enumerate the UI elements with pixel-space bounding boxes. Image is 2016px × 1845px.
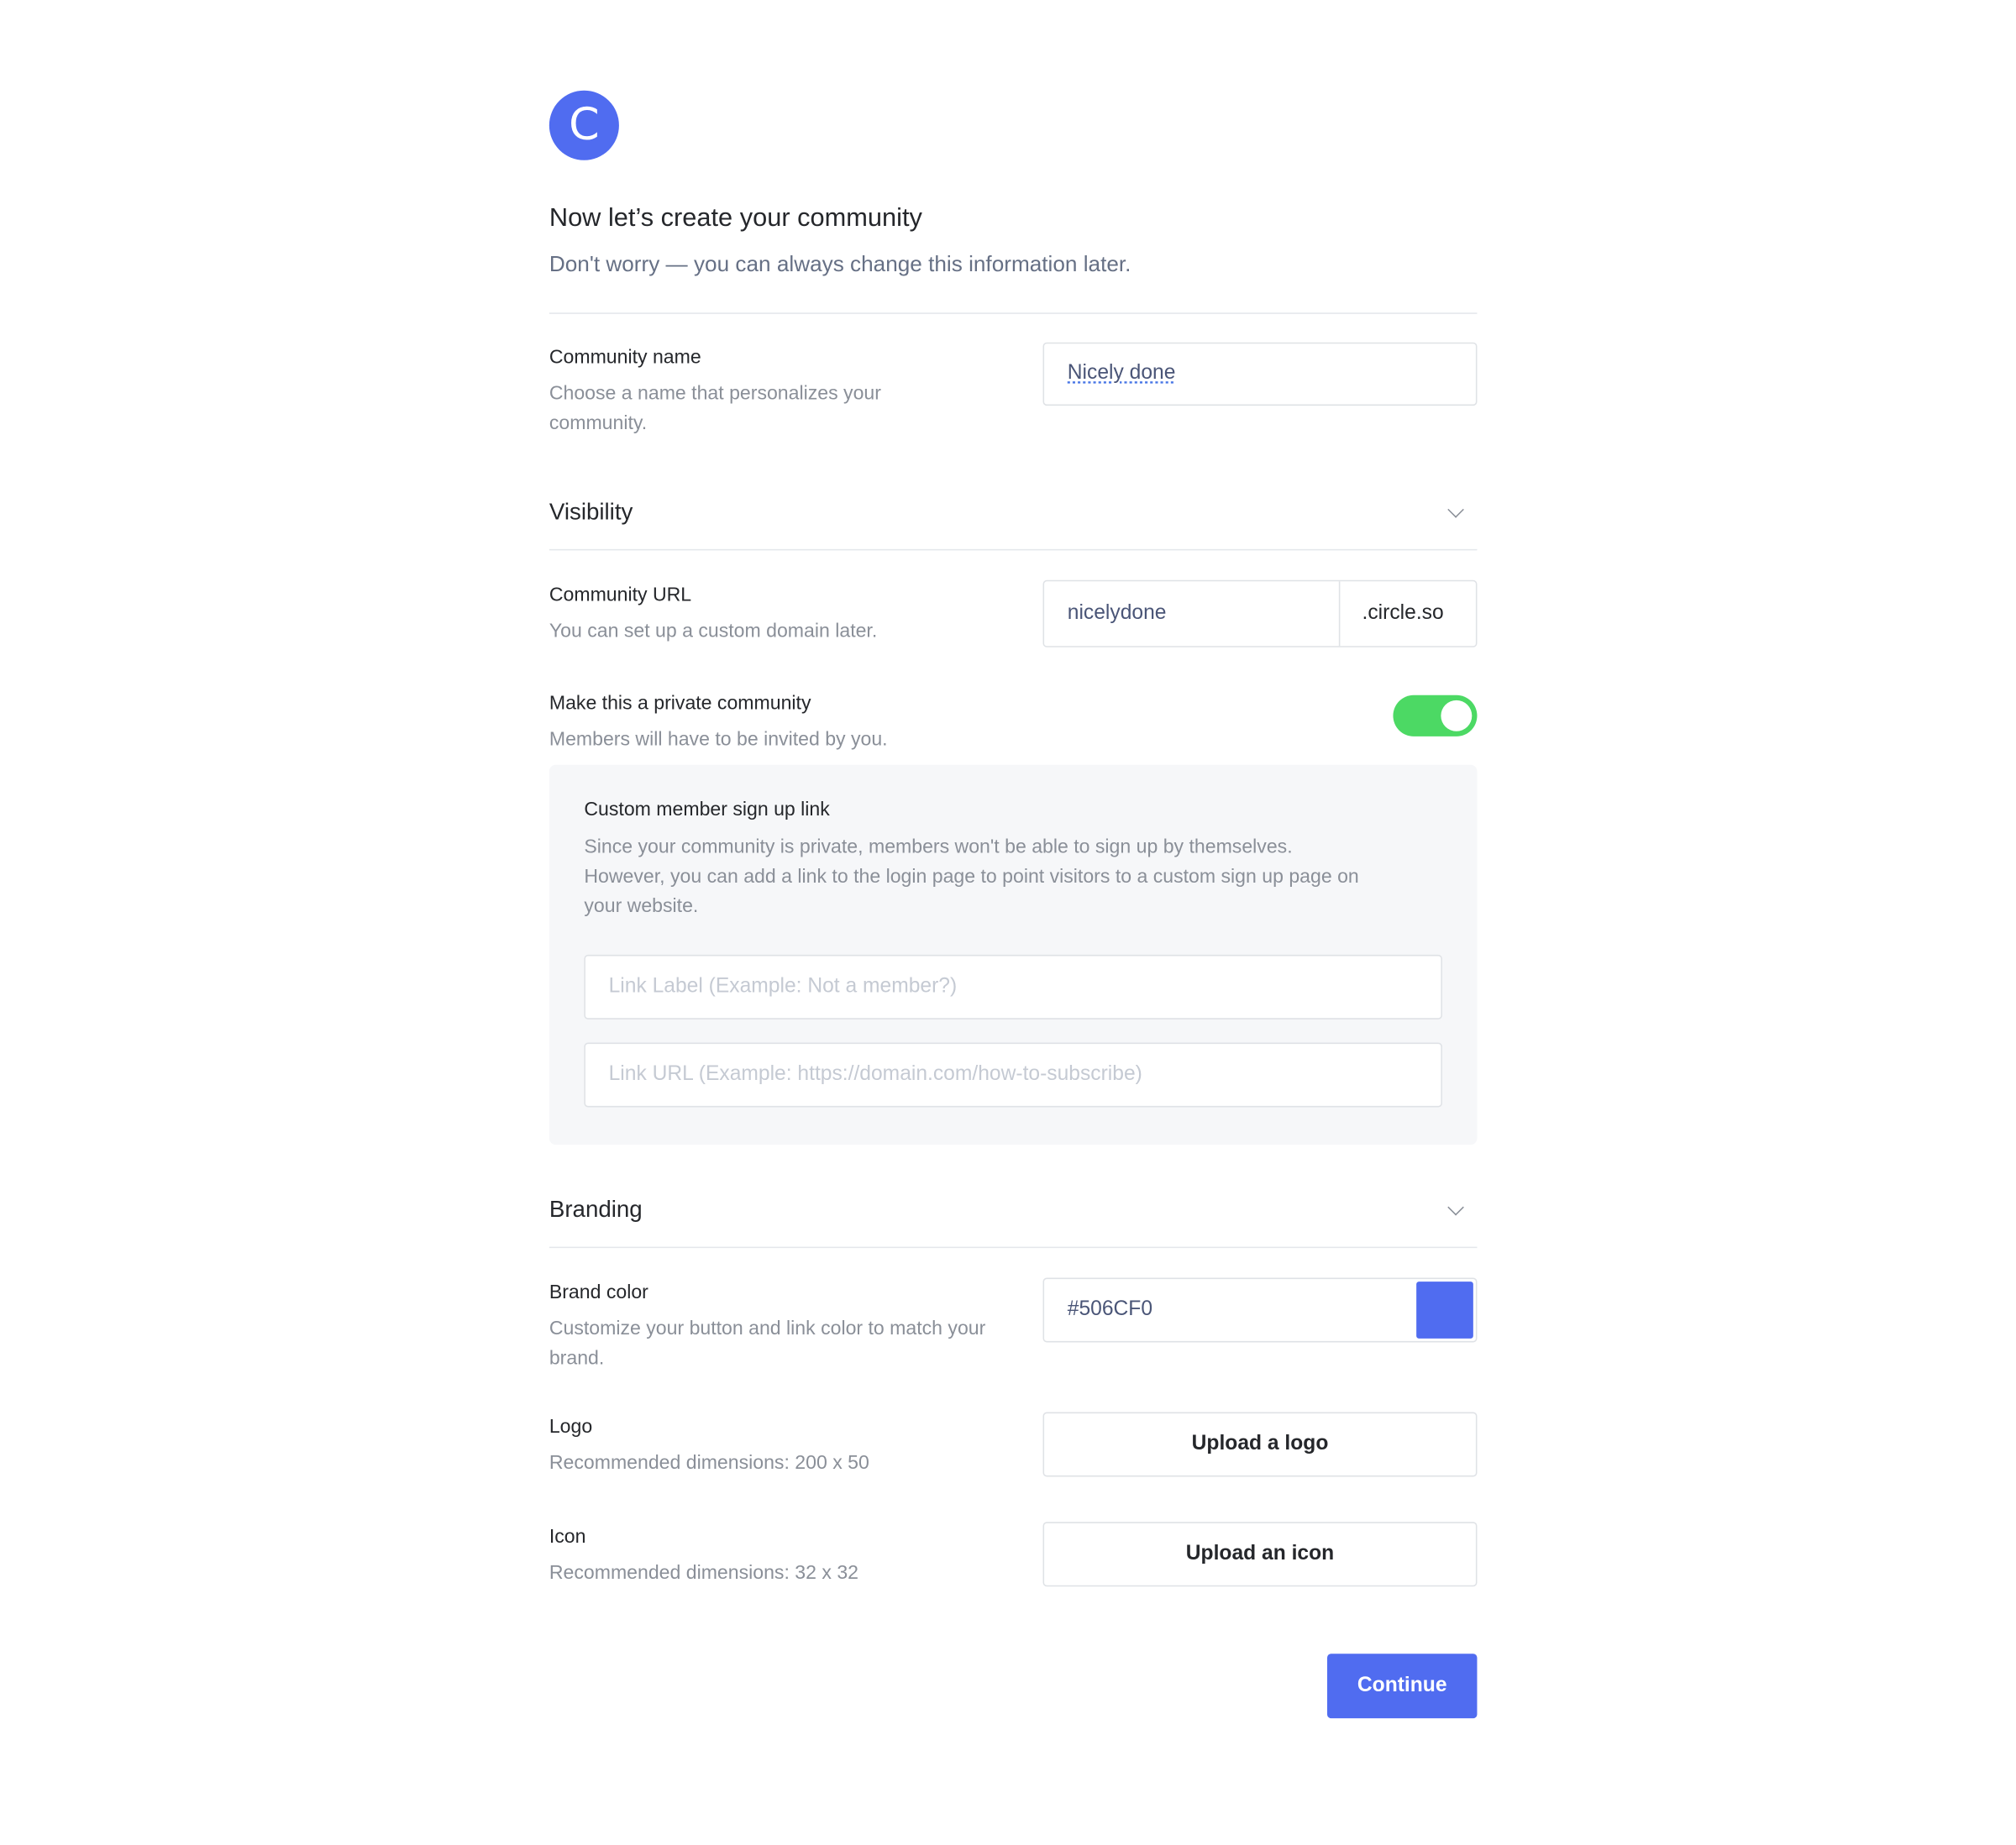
community-name-description: Choose a name that personalizes your com… [549, 382, 881, 434]
private-community-description: Members will have to be invited by you. [549, 728, 888, 751]
upload-logo-button[interactable]: Upload a logo [1042, 1412, 1478, 1477]
chevron-down-icon[interactable] [1447, 1198, 1464, 1216]
branding-section-title: Branding [549, 1196, 643, 1223]
private-community-toggle[interactable] [1393, 694, 1478, 736]
brand-color-description: Customize your button and link color to … [549, 1318, 986, 1370]
logo-label: Logo [549, 1416, 593, 1439]
brand-color-input[interactable]: #506CF0 [1042, 1277, 1478, 1343]
icon-description: Recommended dimensions: 32 x 32 [549, 1561, 858, 1585]
community-url-suffix: .circle.so [1362, 601, 1444, 625]
divider [549, 1246, 1478, 1249]
page-title: Now let’s create your community [549, 204, 922, 233]
page: C Now let’s create your community Don't … [0, 0, 2016, 1845]
icon-label: Icon [549, 1525, 586, 1549]
brand-color-swatch[interactable] [1416, 1282, 1473, 1339]
custom-signup-description: Since your community is private, members… [584, 836, 1359, 918]
community-url-input[interactable]: nicelydone .circle.so [1042, 579, 1478, 647]
logo-description: Recommended dimensions: 200 x 50 [549, 1452, 869, 1475]
custom-signup-panel: Custom member sign up link Since your co… [549, 764, 1478, 1145]
chevron-down-icon[interactable] [1447, 501, 1464, 518]
community-logo: C [549, 90, 619, 160]
link-url-input[interactable] [584, 1042, 1442, 1108]
toggle-knob [1441, 700, 1473, 731]
url-divider [1338, 581, 1341, 647]
private-community-label: Make this a private community [549, 692, 811, 715]
brand-color-label: Brand color [549, 1282, 648, 1304]
continue-button[interactable]: Continue [1326, 1654, 1478, 1719]
visibility-section-title: Visibility [549, 498, 633, 525]
community-url-value: nicelydone [1067, 601, 1167, 625]
brand-color-value: #506CF0 [1067, 1298, 1153, 1321]
link-label-input[interactable] [584, 954, 1442, 1019]
community-name-value: Nicely done [1067, 361, 1176, 384]
custom-signup-title: Custom member sign up link [584, 798, 830, 820]
community-name-label: Community name [549, 346, 701, 369]
divider [549, 548, 1478, 551]
community-url-label: Community URL [549, 584, 692, 606]
upload-icon-button[interactable]: Upload an icon [1042, 1522, 1478, 1587]
community-url-description: You can set up a custom domain later. [549, 620, 878, 642]
page-subtitle: Don't worry — you can always change this… [549, 251, 1131, 277]
community-name-input[interactable]: Nicely done [1042, 342, 1478, 406]
divider [549, 312, 1478, 314]
